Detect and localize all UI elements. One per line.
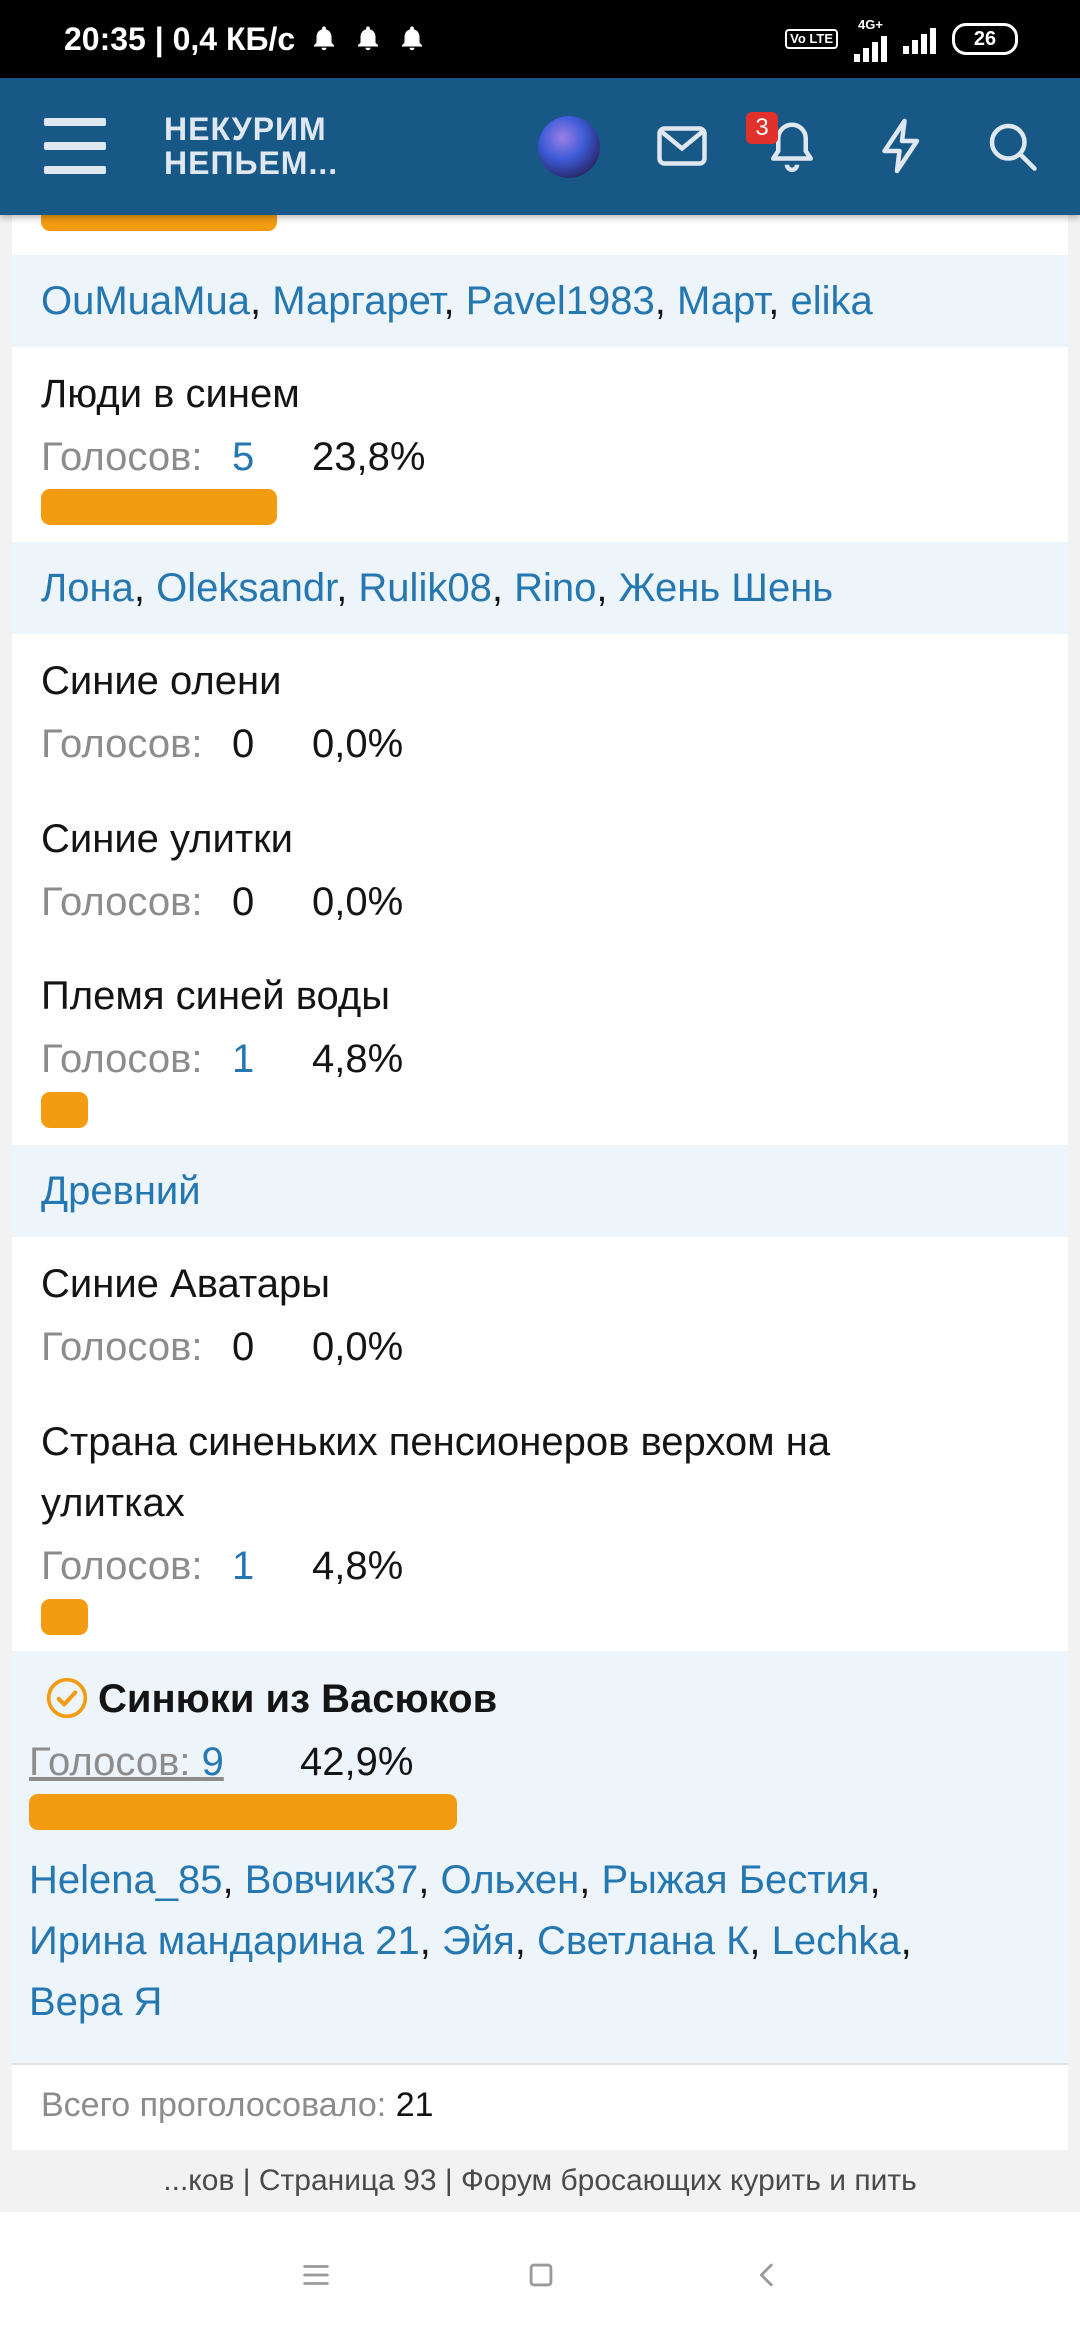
logo-line-2: НЕПЬЕМ...	[164, 145, 339, 181]
votes-percent: 0,0%	[312, 1325, 404, 1369]
votes-label: Голосов:	[41, 1544, 203, 1588]
notification-bell-icon	[402, 26, 423, 51]
votes-count: 0	[232, 880, 255, 924]
votes-count-link[interactable]: 1	[232, 1035, 254, 1083]
voter-link[interactable]: elika	[791, 279, 873, 323]
search-icon[interactable]	[982, 116, 1042, 176]
notification-badge: 3	[746, 112, 778, 144]
votes-percent: 0,0%	[312, 880, 404, 924]
vote-bar	[29, 1794, 457, 1830]
votes-count-link[interactable]: 1	[232, 1542, 254, 1590]
votes-count: 0	[232, 722, 255, 766]
option-name-line-1: Страна синеньких пенсионеров верхом на	[41, 1420, 831, 1464]
system-nav-bar	[0, 2212, 1080, 2340]
selected-option-block: Синюки из Васюков Голосов: 9 42,9% Helen…	[12, 1651, 1068, 2063]
voter-link[interactable]: Вера Я	[29, 1980, 162, 2024]
option-name: Люди в синем	[41, 372, 300, 416]
poll-results: OuMuaMua, Маргарет, Pavel1983, Март, eli…	[12, 215, 1068, 2150]
votes-count-link[interactable]: 9	[202, 1740, 224, 1784]
votes-label: Голосов:	[41, 722, 203, 766]
votes-percent: 23,8%	[312, 435, 426, 479]
votes-percent: 4,8%	[312, 1037, 404, 1081]
app-header: НЕКУРИМ НЕПЬЕМ... 3	[0, 78, 1080, 215]
voter-link[interactable]: Rulik08	[358, 566, 491, 610]
voter-link[interactable]: Март	[677, 279, 768, 323]
voter-link[interactable]: Лона	[41, 566, 134, 610]
voters-list: OuMuaMua, Маргарет, Pavel1983, Март, eli…	[12, 255, 1068, 347]
vote-bar	[41, 1092, 88, 1128]
option-name: Синие улитки	[41, 817, 293, 861]
envelope-icon[interactable]	[652, 116, 712, 176]
voter-link[interactable]: Вовчик37	[245, 1858, 419, 1902]
voter-link[interactable]: Helena_85	[29, 1858, 223, 1902]
status-time: 20:35 | 0,4 КБ/с	[64, 20, 296, 57]
notification-bell-icon	[314, 26, 335, 51]
voter-link[interactable]: Эйя	[442, 1919, 515, 1963]
option-name-selected: Синюки из Васюков	[98, 1677, 498, 1721]
total-value: 21	[395, 2086, 434, 2124]
votes-percent: 4,8%	[312, 1544, 404, 1588]
user-avatar[interactable]	[538, 116, 600, 178]
option-name: Синие олени	[41, 659, 282, 703]
votes-percent: 0,0%	[312, 722, 404, 766]
vote-bar	[41, 215, 277, 231]
site-logo[interactable]: НЕКУРИМ НЕПЬЕМ...	[164, 112, 338, 180]
home-nav-icon[interactable]	[524, 2258, 558, 2292]
votes-percent: 42,9%	[300, 1740, 414, 1784]
votes-count-link[interactable]: 5	[232, 433, 254, 481]
vote-bar	[41, 489, 277, 525]
voter-link[interactable]: Рыжая Бестия	[602, 1858, 870, 1902]
total-label: Всего проголосовало:	[41, 2086, 387, 2124]
menu-icon[interactable]	[44, 118, 106, 174]
votes-label: Голосов:	[41, 880, 203, 924]
logo-line-1: НЕКУРИМ	[164, 111, 327, 147]
volte-indicator: Vo LTE	[785, 29, 838, 49]
voter-link[interactable]: OuMuaMua	[41, 279, 250, 323]
voter-link[interactable]: Lechka	[772, 1919, 901, 1963]
voter-link[interactable]: Маргарет	[272, 279, 443, 323]
votes-label: Голосов:	[41, 435, 203, 479]
back-nav-icon[interactable]	[750, 2258, 784, 2292]
voter-link[interactable]: Ирина мандарина 21	[29, 1919, 420, 1963]
votes-label: Голосов:	[41, 1325, 203, 1369]
option-name-line-2: улитках	[41, 1481, 185, 1525]
network-type: 4G+	[858, 16, 883, 32]
option-name: Синие Аватары	[41, 1262, 330, 1306]
checkmark-circle-icon	[46, 1677, 88, 1719]
voters-list: Древний	[12, 1145, 1068, 1237]
page-title: ...ков | Страница 93 | Форум бросающих к…	[0, 2150, 1080, 2212]
votes-count: 0	[232, 1325, 255, 1369]
votes-label: Голосов:	[29, 1740, 191, 1784]
battery-icon: 26	[952, 23, 1018, 55]
voter-link[interactable]: Древний	[41, 1169, 201, 1213]
voter-link[interactable]: Ольхен	[441, 1858, 580, 1902]
votes-label: Голосов:	[41, 1037, 203, 1081]
notification-bell-icon	[358, 26, 379, 51]
voter-link[interactable]: Oleksandr	[156, 566, 336, 610]
voters-list: Лона, Oleksandr, Rulik08, Rino, Жень Шен…	[12, 542, 1068, 634]
option-name: Племя синей воды	[41, 974, 391, 1018]
signal-icon-2	[903, 24, 936, 54]
menu-nav-icon[interactable]	[299, 2258, 333, 2292]
voter-link[interactable]: Светлана К	[537, 1919, 749, 1963]
lightning-icon[interactable]	[872, 116, 932, 176]
vote-bar	[41, 1599, 88, 1635]
votes-link[interactable]: Голосов: 9	[29, 1738, 232, 1786]
voter-link[interactable]: Жень Шень	[619, 566, 834, 610]
voter-link[interactable]: Rino	[514, 566, 596, 610]
poll-total: Всего проголосовало: 21	[12, 2063, 1068, 2143]
voter-link[interactable]: Pavel1983	[466, 279, 655, 323]
status-bar: 20:35 | 0,4 КБ/с Vo LTE 4G+ 26	[0, 0, 1080, 78]
signal-icon	[854, 32, 887, 62]
